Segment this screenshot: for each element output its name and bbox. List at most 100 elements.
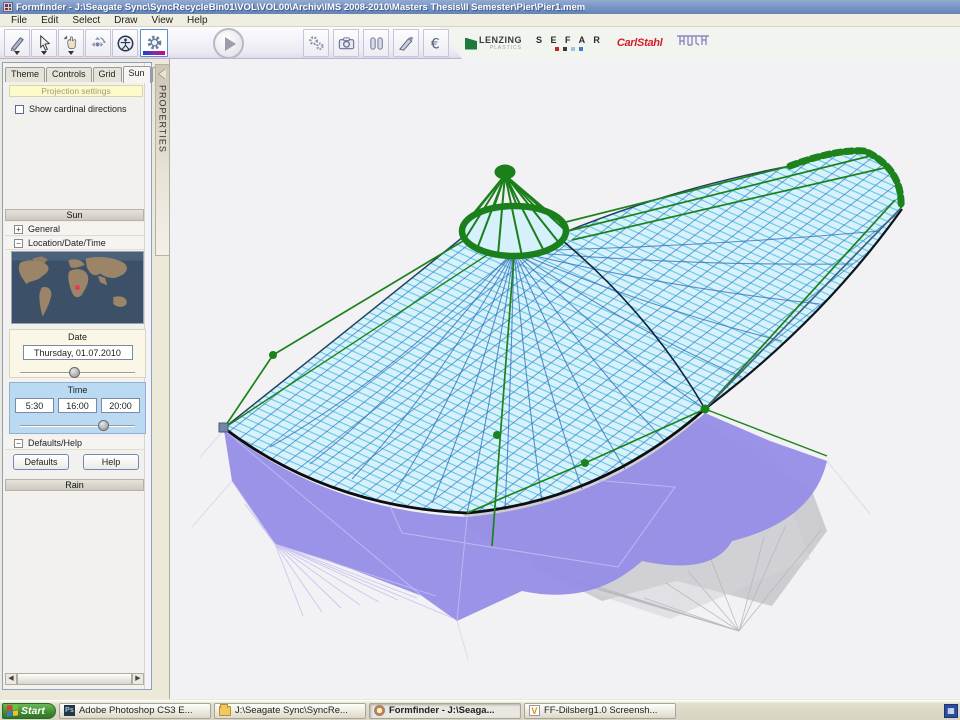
menu-bar: File Edit Select Draw View Help [0,14,960,27]
columns-icon [367,34,386,53]
pencil-tool-button[interactable] [4,29,30,57]
time-sunrise-field[interactable]: 5:30 [15,398,54,413]
toolbar: € LENZING PLASTICS S E F A R CarlStahl [0,27,960,59]
window-title: Formfinder - J:\Seagate Sync\SyncRecycle… [16,2,585,13]
sponsor-logos: LENZING PLASTICS S E F A R CarlStahl [465,30,710,56]
lenzing-mark-icon [465,38,477,50]
dropdown-arrow-icon[interactable] [68,51,74,55]
tab-theme[interactable]: Theme [5,67,45,82]
camera-tool-button[interactable] [333,29,359,57]
menu-select[interactable]: Select [65,15,107,26]
left-anchor-node [219,423,228,432]
taskbar: Start Ps Adobe Photoshop CS3 E... J:\Sea… [0,700,960,720]
properties-collapse-tab[interactable]: PROPERTIES [155,64,170,256]
sefar-logo: S E F A R [536,36,603,51]
photoshop-icon: Ps [64,705,75,716]
lenzing-logo: LENZING PLASTICS [465,36,522,51]
pen-icon [397,34,416,53]
app-icon [3,2,13,12]
time-panel: Time 5:30 16:00 20:00 [9,382,146,434]
tab-grid[interactable]: Grid [93,67,122,82]
menu-view[interactable]: View [145,15,181,26]
date-label: Date [10,332,145,342]
time-slider[interactable] [20,421,135,431]
show-cardinal-directions-checkbox[interactable] [15,105,24,114]
task-explorer[interactable]: J:\Seagate Sync\SyncRe... [214,703,366,719]
orbit-tool-button[interactable] [85,29,111,57]
ornate-purple-logo [676,33,710,54]
euro-tool-button[interactable]: € [423,29,449,57]
task-formfinder[interactable]: Formfinder - J:\Seaga... [369,703,521,719]
cardinal-directions-row: Show cardinal directions [15,104,127,114]
menu-edit[interactable]: Edit [34,15,65,26]
tab-controls[interactable]: Controls [46,67,92,82]
time-current-field[interactable]: 16:00 [58,398,97,413]
defaults-help-expander[interactable]: − Defaults/Help [5,437,144,450]
collapse-left-arrow-icon [159,69,166,79]
carlstahl-logo: CarlStahl [617,37,663,49]
location-marker [75,285,79,289]
task-photoshop[interactable]: Ps Adobe Photoshop CS3 E... [59,703,211,719]
scroll-right-arrow[interactable]: ▶ [132,673,144,685]
task-screenshot-viewer[interactable]: V FF-Dilsberg1.0 Screensh... [524,703,676,719]
scrollbar-thumb[interactable] [17,673,132,685]
select-tool-button[interactable] [31,29,57,57]
properties-vertical-label: PROPERTIES [158,85,168,153]
cone-mast [462,165,566,257]
viewer-icon: V [529,705,540,716]
date-slider-thumb[interactable] [69,367,80,378]
dropdown-arrow-icon[interactable] [41,51,47,55]
rain-section-header[interactable]: Rain [5,479,144,491]
collapse-minus-icon[interactable]: − [14,439,23,448]
figure-tool-button[interactable] [112,29,138,57]
vitruvian-man-icon [116,34,135,53]
pen-tool-button[interactable] [393,29,419,57]
date-field[interactable]: Thursday, 01.07.2010 [23,345,133,360]
client-area: Theme Controls Grid Sun Images Projectio… [0,59,960,700]
columns-tool-button[interactable] [363,29,389,57]
tray-language-icon[interactable]: ▦ [944,704,958,718]
mast-top-knob [495,165,516,180]
sun-section-header[interactable]: Sun [5,209,144,221]
collapse-minus-icon[interactable]: − [14,239,23,248]
dropdown-arrow-icon[interactable] [14,51,20,55]
app-window: Formfinder - J:\Seagate Sync\SyncRecycle… [0,0,960,720]
defaults-button[interactable]: Defaults [13,454,69,470]
camera-icon [337,34,356,53]
sefar-text: S E F A R [536,36,603,45]
sun-shadow-tool-button[interactable] [140,29,168,57]
title-bar[interactable]: Formfinder - J:\Seagate Sync\SyncRecycle… [0,0,960,14]
time-sunset-field[interactable]: 20:00 [101,398,140,413]
pencil-icon [8,34,27,53]
location-date-time-expander[interactable]: − Location/Date/Time [5,237,144,250]
world-map[interactable] [11,251,144,324]
projection-settings-button[interactable]: Projection settings [9,85,143,97]
viewport-3d[interactable] [169,59,960,699]
menu-file[interactable]: File [4,15,34,26]
euro-icon: € [427,34,446,53]
sidebar-horizontal-scrollbar[interactable]: ◀ ▶ [5,673,144,685]
membrane-scene [170,59,960,699]
tab-sun[interactable]: Sun [123,66,151,83]
grab-tool-button[interactable] [58,29,84,57]
scroll-left-arrow[interactable]: ◀ [5,673,17,685]
gradient-strip [143,51,165,55]
time-slider-thumb[interactable] [98,420,109,431]
start-button[interactable]: Start [2,703,56,719]
play-animation-button[interactable] [213,28,244,59]
help-button[interactable]: Help [83,454,139,470]
lenzing-text: LENZING [479,36,522,45]
checkbox-label: Show cardinal directions [29,104,127,114]
gear-icon [145,34,164,53]
menu-draw[interactable]: Draw [107,15,144,26]
menu-help[interactable]: Help [180,15,215,26]
date-slider[interactable] [20,368,135,378]
time-label: Time [10,385,145,395]
formfinder-icon [374,705,385,716]
windows-flag-icon [7,704,18,716]
general-expander[interactable]: + General [5,223,144,236]
expand-plus-icon[interactable]: + [14,225,23,234]
gears-tool-button[interactable] [303,29,329,57]
sefar-squares-icon [536,47,603,51]
properties-sidebar: Theme Controls Grid Sun Images Projectio… [2,62,152,690]
